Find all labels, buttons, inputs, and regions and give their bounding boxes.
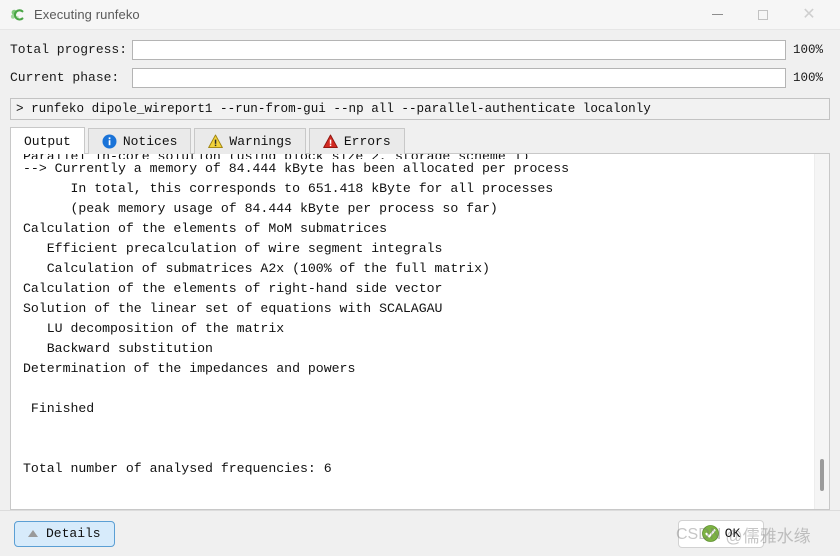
output-log-text[interactable]: Parallel in-core solution (using block s… <box>11 154 814 509</box>
output-line: Calculation of submatrices A2x (100% of … <box>23 261 490 276</box>
feko-app-icon <box>8 6 26 24</box>
minimize-icon <box>711 14 723 15</box>
output-line: Determination of the impedances and powe… <box>23 361 356 376</box>
output-line: Backward substitution <box>23 341 213 356</box>
details-button-label: Details <box>46 526 101 541</box>
title-bar: Executing runfeko ✕ <box>0 0 840 30</box>
ok-button[interactable]: OK <box>678 519 764 548</box>
ok-button-label: OK <box>724 526 741 541</box>
details-button[interactable]: Details <box>14 520 115 547</box>
output-line: --> Currently a memory of 84.444 kByte h… <box>23 161 570 176</box>
current-phase-label: Current phase: <box>10 70 120 85</box>
output-line: (peak memory usage of 84.444 kByte per p… <box>23 201 498 216</box>
close-button[interactable]: ✕ <box>786 0 832 30</box>
close-icon: ✕ <box>802 5 816 23</box>
window-title: Executing runfeko <box>34 7 140 22</box>
output-line: Finished <box>23 401 95 416</box>
tab-errors[interactable]: Errors <box>308 128 405 154</box>
maximize-button[interactable] <box>740 0 786 30</box>
total-progress-percent: 100% <box>793 42 824 57</box>
info-icon <box>102 134 117 149</box>
output-line: LU decomposition of the matrix <box>23 321 285 336</box>
footer-bar: Details OK <box>0 510 840 556</box>
output-line: In total, this corresponds to 651.418 kB… <box>23 181 554 196</box>
tab-output[interactable]: Output <box>10 127 85 154</box>
total-progress-bar <box>132 39 786 60</box>
maximize-icon <box>758 9 768 20</box>
tab-errors-label: Errors <box>343 134 391 149</box>
tab-notices-label: Notices <box>122 134 178 149</box>
progress-area: Total progress: 100% Current phase: 100% <box>0 30 840 97</box>
tab-notices[interactable]: Notices <box>87 128 192 154</box>
tab-warnings[interactable]: Warnings <box>194 128 306 154</box>
triangle-up-icon <box>28 530 38 537</box>
minimize-button[interactable] <box>694 0 740 30</box>
output-scrollbar-thumb[interactable] <box>820 459 824 492</box>
progress-row-total: Total progress: 100% <box>10 39 830 60</box>
tab-warnings-label: Warnings <box>229 134 292 149</box>
current-phase-percent: 100% <box>793 70 824 85</box>
output-line: Calculation of the elements of MoM subma… <box>23 221 388 236</box>
output-scrollbar[interactable] <box>814 154 829 509</box>
green-check-icon <box>701 525 719 542</box>
total-progress-label: Total progress: <box>10 42 128 57</box>
output-line: Total number of analysed frequencies: 6 <box>23 461 332 476</box>
output-pane: Parallel in-core solution (using block s… <box>10 153 830 510</box>
current-phase-bar <box>132 67 786 88</box>
progress-row-phase: Current phase: 100% <box>10 67 830 88</box>
output-line: Solution of the linear set of equations … <box>23 301 443 316</box>
warning-icon <box>208 134 224 149</box>
output-line: Calculation of the elements of right-han… <box>23 281 443 296</box>
error-icon <box>322 134 338 149</box>
tab-output-label: Output <box>24 133 71 149</box>
tab-strip: Output Notices Warnings Errors <box>10 127 830 154</box>
executing-runfeko-dialog: Executing runfeko ✕ Total progress: 100%… <box>0 0 840 556</box>
output-line: Efficient precalculation of wire segment… <box>23 241 443 256</box>
command-line-display: > runfeko dipole_wireport1 --run-from-gu… <box>10 98 830 120</box>
window-controls: ✕ <box>694 0 840 30</box>
